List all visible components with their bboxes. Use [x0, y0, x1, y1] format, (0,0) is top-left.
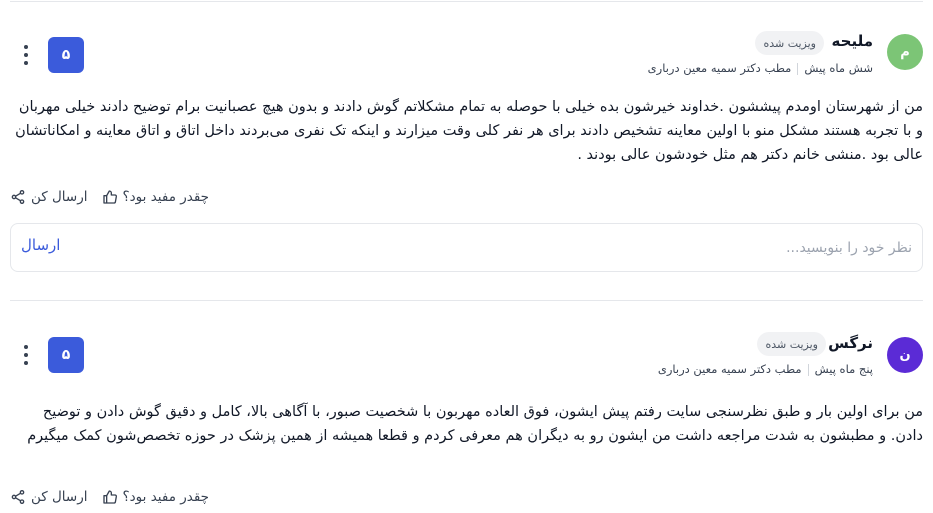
helpful-label: چقدر مفید بود؟	[122, 489, 210, 505]
divider	[10, 300, 923, 301]
review-actions: ارسال کن چقدر مفید بود؟	[10, 189, 209, 205]
comment-input[interactable]	[112, 224, 912, 271]
review-meta: شش ماه پیش مطب دکتر سمیه معین درباری	[648, 61, 873, 75]
share-icon	[10, 489, 26, 505]
divider-top	[10, 1, 923, 2]
review-time: پنج ماه پیش	[814, 362, 873, 376]
thumbs-up-icon	[102, 489, 118, 505]
meta-divider	[807, 363, 809, 376]
visited-badge: ویزیت شده	[755, 31, 824, 55]
review-text: من از شهرستان اومدم پیششون .خداوند خیرشو…	[15, 99, 923, 163]
avatar: م	[887, 34, 923, 70]
share-button[interactable]: ارسال کن	[10, 189, 88, 205]
review-meta: پنج ماه پیش مطب دکتر سمیه معین درباری	[658, 362, 873, 376]
share-button[interactable]: ارسال کن	[10, 489, 88, 505]
reviewer-name: نرگس	[828, 334, 873, 352]
send-comment-button[interactable]: ارسال	[21, 236, 60, 254]
office-name: مطب دکتر سمیه معین درباری	[657, 362, 802, 376]
score-badge: ۵	[48, 37, 84, 73]
thumbs-up-icon	[102, 189, 118, 205]
more-options-icon[interactable]	[20, 343, 32, 367]
share-icon	[10, 189, 26, 205]
more-options-icon[interactable]	[20, 43, 32, 67]
office-name: مطب دکتر سمیه معین درباری	[647, 61, 792, 75]
review-time: شش ماه پیش	[804, 61, 873, 75]
review-text: من برای اولین بار و طبق نظرسنجی سایت رفت…	[27, 404, 923, 444]
helpful-button[interactable]: چقدر مفید بود؟	[102, 189, 210, 205]
meta-divider	[797, 62, 799, 75]
score-badge: ۵	[48, 337, 84, 373]
avatar: ن	[887, 337, 923, 373]
comment-box: ارسال	[10, 223, 923, 272]
review-actions: ارسال کن چقدر مفید بود؟	[10, 489, 209, 505]
reviewer-name: ملیحه	[831, 32, 873, 50]
helpful-button[interactable]: چقدر مفید بود؟	[102, 489, 210, 505]
visited-badge: ویزیت شده	[757, 332, 826, 356]
share-label: ارسال کن	[31, 489, 88, 505]
helpful-label: چقدر مفید بود؟	[122, 189, 210, 205]
share-label: ارسال کن	[31, 189, 88, 205]
